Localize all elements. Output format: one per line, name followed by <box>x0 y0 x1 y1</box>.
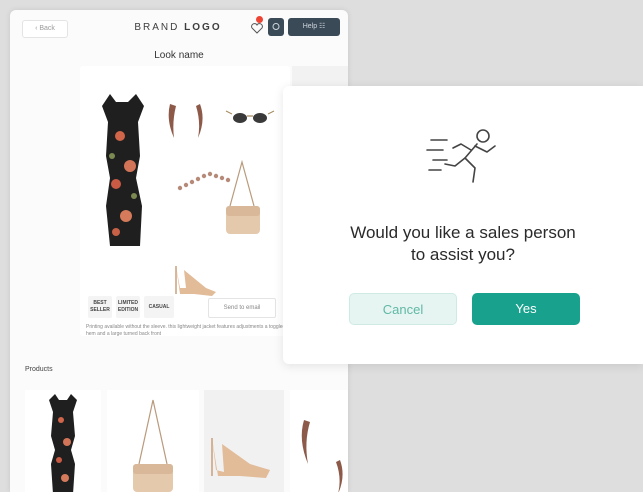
shoe-thumbnail <box>211 438 270 478</box>
yes-button[interactable]: Yes <box>472 293 580 325</box>
badge-casual: CASUAL <box>144 296 174 318</box>
look-items-image <box>102 94 275 296</box>
bracelet-image <box>177 171 231 191</box>
look-title: Look name <box>154 50 204 61</box>
product-tile-bag[interactable] <box>107 390 199 492</box>
dress-thumbnail <box>49 394 77 492</box>
dialog-question-line2: to assist you? <box>411 245 515 264</box>
floral-dress-image <box>102 94 144 246</box>
notification-badge <box>256 16 263 23</box>
brand-logo: BRAND LOGO <box>128 20 228 36</box>
brand-logo-bold: LOGO <box>184 22 222 33</box>
brand-logo-light: BRAND <box>134 22 185 33</box>
back-button[interactable]: ‹ Back <box>22 20 68 38</box>
look-board <box>80 66 290 336</box>
running-person-icon <box>426 129 496 183</box>
handbag-image <box>226 159 260 234</box>
bag-thumbnail <box>133 399 173 492</box>
product-tile-dress[interactable] <box>25 390 101 492</box>
product-tile-earrings[interactable] <box>290 390 348 492</box>
dialog-question: Would you like a sales person to assist … <box>283 222 643 266</box>
badge-limited-edition: LIMITED EDITION <box>116 296 140 318</box>
search-icon <box>272 23 280 30</box>
sunglasses-image <box>225 110 275 123</box>
help-button[interactable]: Help ☷ <box>288 18 340 36</box>
dialog-question-line1: Would you like a sales person <box>350 223 576 242</box>
earrings-image <box>168 104 203 138</box>
earrings-thumbnail <box>301 420 343 492</box>
badge-best-seller: BEST SELLER <box>88 296 112 318</box>
heart-icon[interactable] <box>250 21 264 35</box>
send-to-email-button[interactable]: Send to email <box>208 298 276 318</box>
cancel-button[interactable]: Cancel <box>349 293 457 325</box>
product-tile-shoe[interactable] <box>204 390 284 492</box>
search-button[interactable] <box>268 18 284 36</box>
products-heading: Products <box>25 366 53 373</box>
heeled-shoe-image <box>175 266 216 296</box>
top-bar: ‹ Back BRAND LOGO Help ☷ <box>10 10 348 46</box>
look-description: Printing available without the sleeve. t… <box>86 324 286 337</box>
